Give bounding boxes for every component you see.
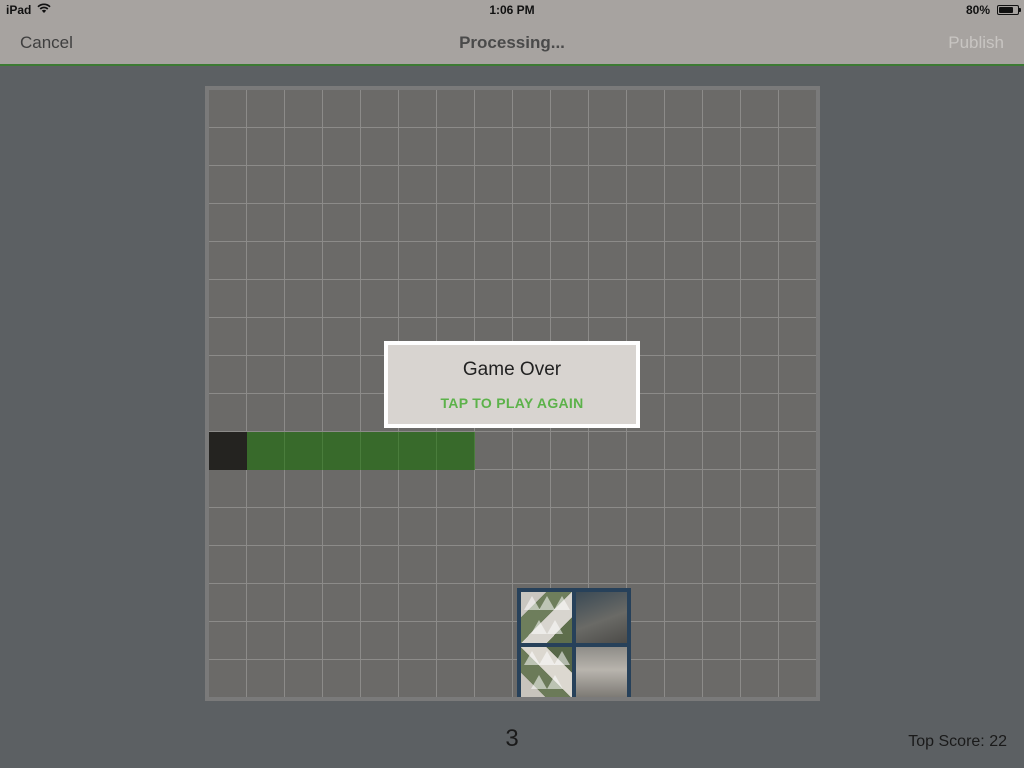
battery-percent: 80%: [965, 3, 990, 17]
play-again-button[interactable]: TAP TO PLAY AGAIN: [388, 395, 636, 411]
food-photo-tile: [521, 647, 572, 697]
snake-head: [209, 432, 247, 470]
game-over-title: Game Over: [462, 359, 562, 380]
food-item: [517, 588, 631, 697]
publish-button[interactable]: Publish: [948, 33, 1004, 53]
game-over-dialog[interactable]: Game Over TAP TO PLAY AGAIN: [384, 341, 640, 428]
food-photo-tile: [576, 647, 627, 697]
status-time: 1:06 PM: [489, 3, 535, 17]
navigation-bar: Cancel Processing... Publish: [0, 20, 1024, 66]
status-bar: iPad 1:06 PM 80%: [0, 0, 1024, 20]
page-title: Processing...: [459, 33, 565, 52]
snake-body-segment: [247, 432, 285, 470]
current-score: 3: [505, 725, 519, 752]
snake-body-segment: [361, 432, 399, 470]
top-score: Top Score: 22: [908, 733, 1007, 750]
food-photo-tile: [521, 592, 572, 643]
snake-body-segment: [437, 432, 475, 470]
battery-fill: [999, 7, 1014, 13]
snake-body-segment: [285, 432, 323, 470]
food-photo-tile: [576, 592, 627, 643]
battery-icon: [997, 5, 1021, 15]
snake-body-segment: [323, 432, 361, 470]
snake-body-segment: [399, 432, 437, 470]
